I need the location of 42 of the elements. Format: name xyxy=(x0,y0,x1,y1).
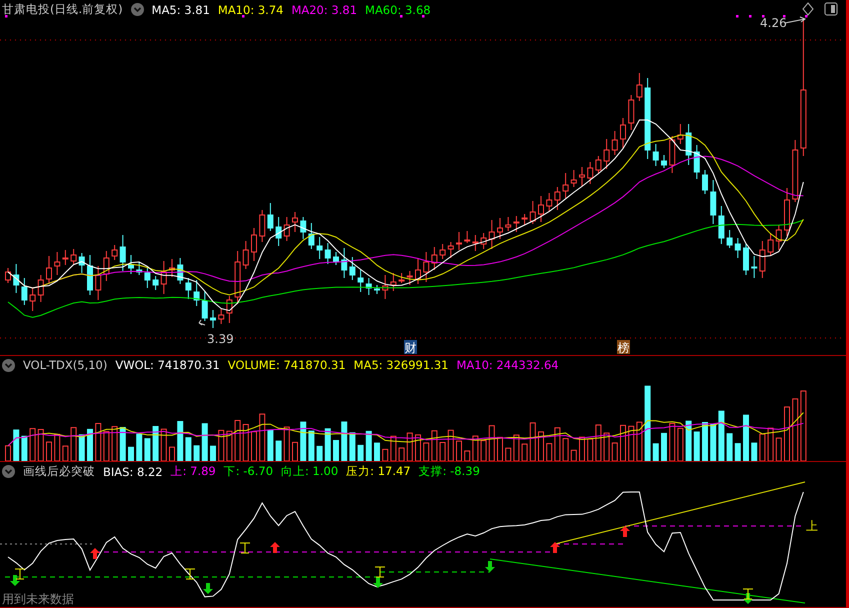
down-arrow-icon xyxy=(10,575,20,586)
bias-value: 上: 7.89 xyxy=(170,464,216,479)
volume-value: MA5: 326991.31 xyxy=(354,358,448,372)
event-badge[interactable]: 榜 xyxy=(617,340,630,355)
t-mark-icon xyxy=(14,568,26,580)
bias-value: BIAS: 8.22 xyxy=(103,464,163,478)
volume-value: VOLUME: 741870.31 xyxy=(228,358,346,372)
chevron-down-icon[interactable] xyxy=(2,358,15,372)
ma-value: MA60: 3.68 xyxy=(365,2,431,16)
ma-value: MA10: 3.74 xyxy=(218,2,284,16)
t-mark-icon xyxy=(240,542,250,554)
volume-value: MA10: 244332.64 xyxy=(456,358,559,372)
t-mark-icon xyxy=(184,568,196,580)
indicator-title: VOL-TDX(5,10) xyxy=(23,358,108,372)
up-arrow-icon xyxy=(550,542,560,553)
event-badge[interactable]: 财 xyxy=(404,340,417,355)
chevron-down-icon[interactable] xyxy=(2,465,15,478)
stock-title: 甘肃电投(日线.前复权) xyxy=(2,2,123,17)
up-arrow-icon xyxy=(270,542,280,553)
volume-value: VWOL: 741870.31 xyxy=(115,358,220,372)
diamond-icon[interactable] xyxy=(802,2,814,16)
chevron-down-icon[interactable] xyxy=(130,3,144,16)
indicator-title: 画线后必突破 xyxy=(23,464,95,479)
signal-label: 上 xyxy=(806,519,818,533)
up-arrow-icon xyxy=(90,548,100,559)
up-arrow-icon xyxy=(620,526,630,537)
down-arrow-icon xyxy=(203,583,213,594)
ma-value: MA5: 3.81 xyxy=(152,2,210,16)
t-mark-icon xyxy=(374,566,386,578)
bias-value: 压力: 17.47 xyxy=(346,464,411,479)
bias-value: 下: -6.70 xyxy=(224,464,274,479)
down-arrow-icon xyxy=(373,577,383,588)
down-arrow-icon xyxy=(485,561,495,572)
down-arrow-icon xyxy=(743,593,753,604)
panel-toggle-icon[interactable] xyxy=(824,2,838,16)
high-price-label: 4.26 xyxy=(760,16,787,30)
ma-value: MA20: 3.81 xyxy=(291,2,358,16)
bias-value: 支撑: -8.39 xyxy=(418,464,480,479)
bias-value: 向上: 1.00 xyxy=(281,464,338,479)
t-mark-icon xyxy=(742,588,754,600)
future-data-note: 用到未来数据 xyxy=(2,592,74,606)
low-price-label: 3.39 xyxy=(207,332,234,346)
